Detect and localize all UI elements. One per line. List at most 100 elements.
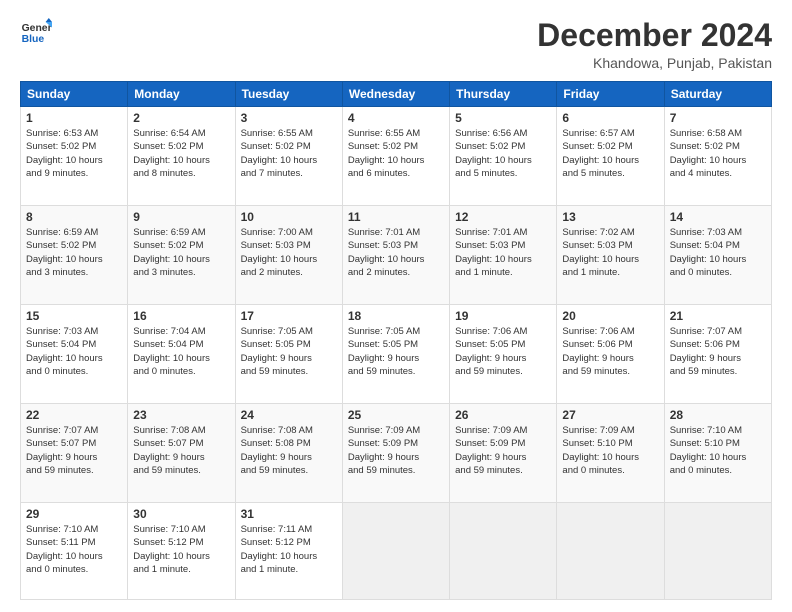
cell-info: Daylight: 10 hours [241,550,337,563]
col-monday: Monday [128,82,235,107]
cell-info: Daylight: 9 hours [562,352,658,365]
table-row: 23Sunrise: 7:08 AMSunset: 5:07 PMDayligh… [128,404,235,503]
cell-info: Sunrise: 7:05 AM [241,325,337,338]
cell-info: Sunset: 5:02 PM [670,140,766,153]
table-row: 18Sunrise: 7:05 AMSunset: 5:05 PMDayligh… [342,305,449,404]
svg-text:Blue: Blue [22,34,45,45]
cell-info: Sunset: 5:10 PM [670,437,766,450]
cell-info: and 9 minutes. [26,167,122,180]
cell-info: Sunrise: 7:04 AM [133,325,229,338]
day-number: 25 [348,408,444,422]
cell-info: and 6 minutes. [348,167,444,180]
cell-info: and 2 minutes. [348,266,444,279]
cell-info: and 59 minutes. [241,464,337,477]
table-row: 1 Sunrise: 6:53 AMSunset: 5:02 PMDaylight… [21,107,128,206]
cell-info: Sunset: 5:08 PM [241,437,337,450]
table-row: 16Sunrise: 7:04 AMSunset: 5:04 PMDayligh… [128,305,235,404]
cell-info: and 3 minutes. [133,266,229,279]
table-row: 14Sunrise: 7:03 AMSunset: 5:04 PMDayligh… [664,206,771,305]
cell-info: and 1 minute. [133,563,229,576]
cell-info: Sunrise: 6:53 AM [26,127,122,140]
day-number: 26 [455,408,551,422]
cell-info: Sunset: 5:02 PM [26,140,122,153]
cell-info: Sunrise: 7:07 AM [26,424,122,437]
cell-info: Sunset: 5:04 PM [26,338,122,351]
cell-info: Sunrise: 7:06 AM [562,325,658,338]
day-number: 24 [241,408,337,422]
day-number: 11 [348,210,444,224]
cell-info: Sunrise: 6:55 AM [241,127,337,140]
table-row: 10Sunrise: 7:00 AMSunset: 5:03 PMDayligh… [235,206,342,305]
cell-info: Sunset: 5:03 PM [562,239,658,252]
table-row: 8Sunrise: 6:59 AMSunset: 5:02 PMDaylight… [21,206,128,305]
header-row: Sunday Monday Tuesday Wednesday Thursday… [21,82,772,107]
day-number: 21 [670,309,766,323]
cell-info: Sunset: 5:04 PM [133,338,229,351]
cell-info: and 59 minutes. [562,365,658,378]
day-number: 28 [670,408,766,422]
cell-info: and 5 minutes. [455,167,551,180]
cell-info: Sunset: 5:12 PM [241,536,337,549]
cell-info: Sunrise: 7:02 AM [562,226,658,239]
calendar-table: Sunday Monday Tuesday Wednesday Thursday… [20,81,772,600]
cell-info: Sunrise: 7:03 AM [26,325,122,338]
day-number: 23 [133,408,229,422]
cell-info: Sunset: 5:02 PM [133,239,229,252]
table-row: 4Sunrise: 6:55 AMSunset: 5:02 PMDaylight… [342,107,449,206]
table-row: 22Sunrise: 7:07 AMSunset: 5:07 PMDayligh… [21,404,128,503]
header: General Blue December 2024 Khandowa, Pun… [20,18,772,71]
cell-info: Sunset: 5:05 PM [348,338,444,351]
day-number: 12 [455,210,551,224]
cell-info: Sunrise: 7:00 AM [241,226,337,239]
day-number: 27 [562,408,658,422]
day-number: 3 [241,111,337,125]
cell-info: and 0 minutes. [562,464,658,477]
table-row: 26Sunrise: 7:09 AMSunset: 5:09 PMDayligh… [450,404,557,503]
col-tuesday: Tuesday [235,82,342,107]
day-number: 2 [133,111,229,125]
cell-info: Daylight: 10 hours [26,154,122,167]
cell-info: Daylight: 10 hours [670,154,766,167]
table-row: 9Sunrise: 6:59 AMSunset: 5:02 PMDaylight… [128,206,235,305]
table-row: 30Sunrise: 7:10 AMSunset: 5:12 PMDayligh… [128,503,235,600]
cell-info: Daylight: 9 hours [26,451,122,464]
table-row: 24Sunrise: 7:08 AMSunset: 5:08 PMDayligh… [235,404,342,503]
cell-info: Daylight: 10 hours [133,550,229,563]
cell-info: Daylight: 10 hours [348,253,444,266]
cell-info: Sunrise: 7:09 AM [455,424,551,437]
day-number: 13 [562,210,658,224]
day-number: 22 [26,408,122,422]
logo-icon: General Blue [20,18,52,46]
day-number: 9 [133,210,229,224]
cell-info: and 0 minutes. [670,266,766,279]
cell-info: Sunset: 5:02 PM [133,140,229,153]
cell-info: and 59 minutes. [133,464,229,477]
table-row [450,503,557,600]
cell-info: Daylight: 10 hours [133,253,229,266]
day-number: 14 [670,210,766,224]
cell-info: Sunset: 5:07 PM [133,437,229,450]
cell-info: Sunrise: 7:07 AM [670,325,766,338]
cell-info: Sunset: 5:05 PM [241,338,337,351]
cell-info: and 1 minute. [455,266,551,279]
table-row: 25Sunrise: 7:09 AMSunset: 5:09 PMDayligh… [342,404,449,503]
cell-info: Sunset: 5:06 PM [670,338,766,351]
cell-info: Daylight: 10 hours [241,154,337,167]
calendar-page: General Blue December 2024 Khandowa, Pun… [0,0,792,612]
col-saturday: Saturday [664,82,771,107]
cell-info: Daylight: 9 hours [241,352,337,365]
table-row: 27Sunrise: 7:09 AMSunset: 5:10 PMDayligh… [557,404,664,503]
day-number: 18 [348,309,444,323]
cell-info: Sunset: 5:02 PM [455,140,551,153]
cell-info: Sunrise: 6:56 AM [455,127,551,140]
cell-info: Sunset: 5:12 PM [133,536,229,549]
day-number: 1 [26,111,122,125]
cell-info: Daylight: 9 hours [133,451,229,464]
cell-info: Sunset: 5:05 PM [455,338,551,351]
col-wednesday: Wednesday [342,82,449,107]
day-number: 19 [455,309,551,323]
cell-info: and 0 minutes. [670,464,766,477]
table-row: 20Sunrise: 7:06 AMSunset: 5:06 PMDayligh… [557,305,664,404]
cell-info: Daylight: 10 hours [133,352,229,365]
cell-info: Sunrise: 6:58 AM [670,127,766,140]
